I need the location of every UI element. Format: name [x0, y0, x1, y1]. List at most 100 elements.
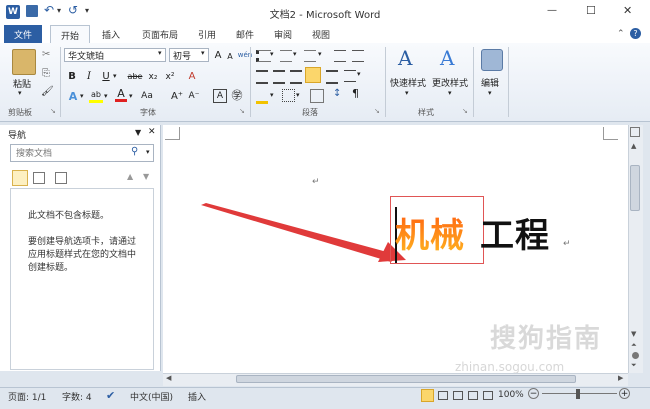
zoom-level[interactable]: 100%	[498, 390, 524, 400]
sort-icon[interactable]: ↕	[333, 88, 341, 99]
paragraph-launcher-icon[interactable]: ↘	[374, 107, 380, 115]
superscript-button[interactable]: x²	[163, 70, 177, 83]
zoom-slider-thumb[interactable]	[576, 389, 580, 399]
increase-indent-icon[interactable]	[352, 50, 364, 62]
tab-home[interactable]: 开始	[50, 25, 90, 45]
font-color-icon[interactable]: A	[115, 87, 127, 102]
nav-tab-headings[interactable]	[12, 170, 28, 186]
grow-font-icon[interactable]: A	[212, 48, 224, 62]
distributed-align-icon[interactable]	[326, 70, 338, 84]
status-page[interactable]: 页面: 1/1	[8, 390, 46, 403]
highlight-dropdown-icon[interactable]: ▾	[104, 92, 108, 100]
copy-icon[interactable]: ⎘	[42, 68, 50, 79]
status-language[interactable]: 中文(中国)	[130, 390, 173, 403]
align-center-icon[interactable]	[273, 70, 285, 84]
numbering-dropdown-icon[interactable]: ▾	[293, 50, 297, 58]
search-icon[interactable]: ⚲	[131, 146, 138, 157]
font-launcher-icon[interactable]: ↘	[239, 107, 245, 115]
font-family-arrow-icon[interactable]: ▾	[158, 49, 162, 57]
full-screen-view-icon[interactable]	[438, 391, 448, 400]
nav-options-icon[interactable]: ▼	[135, 128, 141, 137]
nav-tab-results[interactable]	[55, 172, 67, 184]
show-marks-icon[interactable]: ¶	[352, 87, 359, 100]
change-case-icon[interactable]: Aa	[139, 89, 155, 103]
format-painter-icon[interactable]: 🖌	[41, 86, 54, 97]
multilevel-list-icon[interactable]	[304, 50, 316, 62]
borders-dropdown-icon[interactable]: ▾	[296, 91, 300, 99]
nav-next-icon[interactable]: ▼	[143, 172, 149, 181]
font-size-arrow-icon[interactable]: ▾	[201, 49, 205, 57]
tab-review[interactable]: 审阅	[268, 25, 298, 43]
highlight-icon[interactable]: ab	[89, 88, 103, 103]
maximize-button[interactable]: ☐	[586, 4, 596, 17]
prev-page-icon[interactable]: ⏶	[631, 341, 637, 350]
scroll-right-icon[interactable]: ▶	[618, 374, 623, 382]
outline-view-icon[interactable]	[468, 391, 478, 400]
print-layout-view-button[interactable]	[421, 389, 434, 402]
clear-formatting-icon[interactable]: A	[185, 70, 199, 83]
paste-dropdown-icon[interactable]: ▾	[18, 89, 22, 97]
nav-tab-pages[interactable]	[33, 172, 45, 184]
align-left-icon[interactable]	[256, 70, 268, 84]
shrink-font-2-icon[interactable]: A⁻	[187, 89, 201, 103]
font-color-dropdown-icon[interactable]: ▾	[129, 92, 133, 100]
scroll-down-icon[interactable]: ▼	[631, 330, 636, 338]
status-insert-mode[interactable]: 插入	[188, 390, 206, 403]
editing-button[interactable]: 编辑	[481, 76, 499, 89]
zoom-out-button[interactable]: −	[528, 388, 539, 399]
help-icon[interactable]: ?	[630, 28, 641, 39]
ribbon-collapse-icon[interactable]: ⌃	[617, 29, 625, 39]
align-right-icon[interactable]	[290, 70, 302, 84]
bullets-icon[interactable]	[256, 50, 271, 62]
tab-mailings[interactable]: 邮件	[230, 25, 260, 43]
line-spacing-icon[interactable]	[344, 70, 356, 82]
shading-dropdown-icon[interactable]: ▾	[270, 91, 274, 99]
horizontal-scroll-thumb[interactable]	[236, 375, 576, 383]
web-layout-view-icon[interactable]	[453, 391, 463, 400]
close-button[interactable]: ✕	[623, 4, 632, 17]
borders-icon[interactable]	[282, 89, 295, 102]
editing-dropdown-icon[interactable]: ▾	[488, 89, 492, 97]
paste-button[interactable]: 粘贴	[13, 77, 31, 90]
search-dropdown-icon[interactable]: ▾	[146, 148, 150, 156]
clipboard-launcher-icon[interactable]: ↘	[50, 107, 56, 115]
nav-prev-icon[interactable]: ▲	[127, 172, 133, 181]
grow-font-2-icon[interactable]: A⁺	[170, 89, 184, 103]
chinese-layout-icon[interactable]	[310, 89, 324, 103]
ruler-toggle-icon[interactable]	[630, 127, 640, 137]
zoom-in-button[interactable]: +	[619, 388, 630, 399]
subscript-button[interactable]: x₂	[146, 70, 160, 83]
proofing-icon[interactable]: ✔	[106, 389, 115, 402]
justify-button[interactable]	[305, 67, 321, 83]
styles-launcher-icon[interactable]: ↘	[462, 107, 468, 115]
underline-button[interactable]: U	[100, 70, 112, 83]
change-styles-icon[interactable]: A	[440, 46, 454, 70]
bullets-dropdown-icon[interactable]: ▾	[270, 50, 274, 58]
tab-references[interactable]: 引用	[192, 25, 222, 43]
minimize-button[interactable]: —	[547, 5, 557, 16]
strikethrough-button[interactable]: abe	[126, 70, 144, 83]
browse-object-icon[interactable]	[632, 352, 639, 359]
status-words[interactable]: 字数: 4	[62, 390, 92, 403]
tab-file[interactable]: 文件	[4, 25, 42, 43]
tab-insert[interactable]: 插入	[96, 25, 126, 43]
draft-view-icon[interactable]	[483, 391, 493, 400]
underline-dropdown-icon[interactable]: ▾	[113, 72, 117, 80]
scroll-up-icon[interactable]: ▲	[631, 142, 636, 150]
scroll-left-icon[interactable]: ◀	[166, 374, 171, 382]
document-text[interactable]: 工程	[480, 208, 550, 257]
quick-styles-button[interactable]: 快速样式	[390, 76, 426, 89]
tab-page-layout[interactable]: 页面布局	[135, 25, 185, 43]
bold-button[interactable]: B	[66, 70, 78, 83]
cut-icon[interactable]: ✂	[42, 49, 50, 60]
text-effects-dropdown-icon[interactable]: ▾	[80, 92, 84, 100]
quick-styles-dropdown-icon[interactable]: ▾	[405, 89, 409, 97]
change-styles-dropdown-icon[interactable]: ▾	[448, 89, 452, 97]
vertical-scroll-thumb[interactable]	[630, 165, 640, 211]
multilevel-list-dropdown-icon[interactable]: ▾	[318, 50, 322, 58]
font-family-dropdown[interactable]: 华文琥珀	[64, 48, 166, 62]
line-spacing-dropdown-icon[interactable]: ▾	[357, 70, 361, 78]
tab-view[interactable]: 视图	[306, 25, 336, 43]
document-text-selected[interactable]: 机械	[395, 208, 465, 257]
binoculars-icon[interactable]	[481, 49, 503, 71]
